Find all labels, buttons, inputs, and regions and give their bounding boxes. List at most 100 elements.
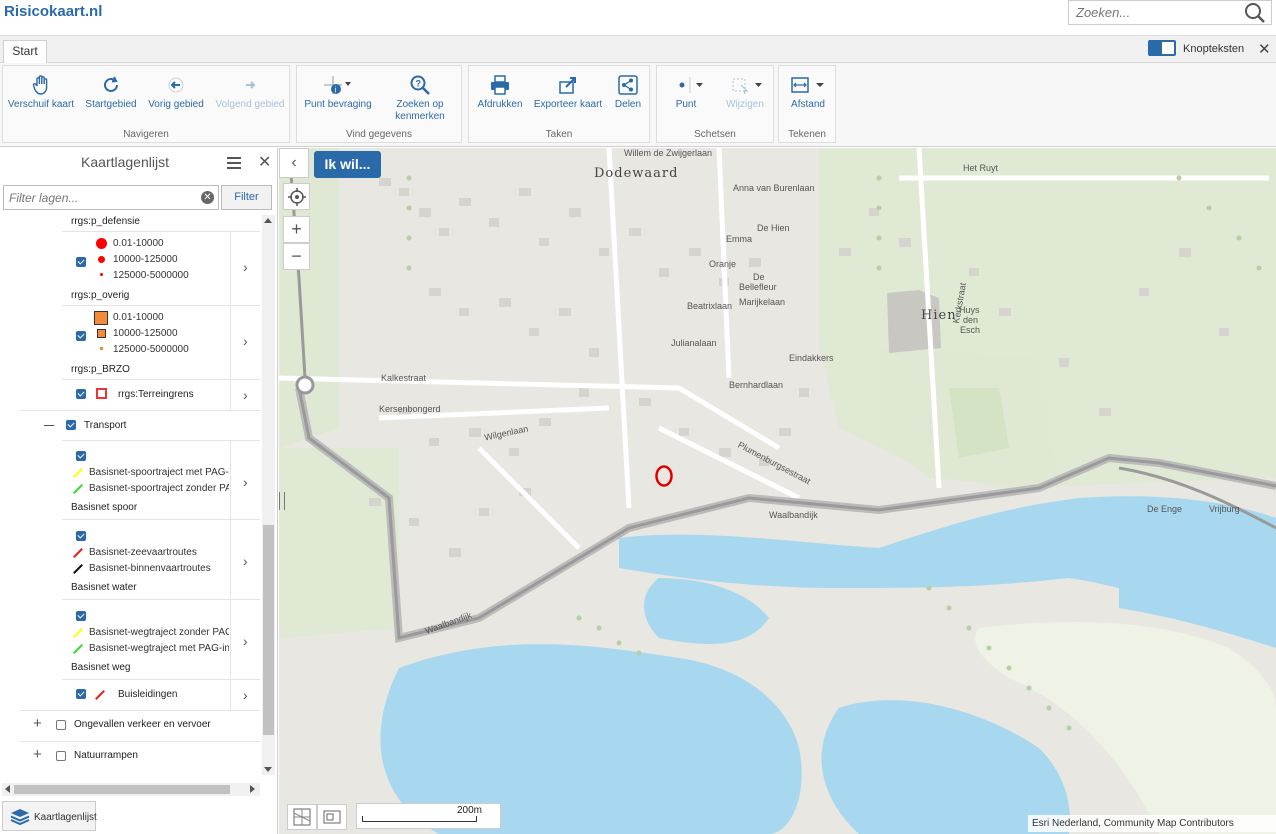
- filter-input[interactable]: [3, 185, 219, 210]
- group-tekenen: Afstand Tekenen: [778, 65, 836, 143]
- afstand-button[interactable]: Afstand: [781, 74, 835, 111]
- legend-spoor-1: Basisnet-spoortraject met PAG-in: [89, 467, 229, 478]
- hand-icon: [32, 75, 48, 95]
- layer-name-defensie: rrgs:p_defensie: [71, 216, 140, 227]
- chevron-right-icon[interactable]: ›: [243, 633, 248, 649]
- checkbox-natuurrampen[interactable]: [56, 751, 66, 761]
- layer-list: rrgs:p_defensie 0.01-10000 10000-125000 …: [0, 215, 262, 775]
- legend-spoor-2: Basisnet-spoortraject zonder PAG: [89, 483, 229, 494]
- vorig-gebied-button[interactable]: Vorig gebied: [147, 74, 205, 111]
- export-icon: [559, 77, 576, 94]
- checkbox-ongevallen[interactable]: [56, 720, 66, 730]
- share-icon: [618, 75, 638, 95]
- checkbox-buisleidingen[interactable]: [76, 689, 86, 699]
- checkbox-transport[interactable]: [66, 420, 76, 430]
- scroll-down-icon[interactable]: [264, 767, 272, 772]
- measure-distance-icon: [791, 77, 824, 93]
- checkbox-terreingrens[interactable]: [76, 389, 86, 399]
- zoeken-label-2: kenmerken: [395, 111, 445, 122]
- ribbon-close-icon[interactable]: ✕: [1258, 40, 1271, 58]
- layer-name-overig: rrgs:p_overig: [71, 290, 130, 301]
- expand-icon[interactable]: +: [33, 746, 42, 763]
- kaartlagenlijst-tab[interactable]: Kaartlagenlijst: [2, 801, 97, 831]
- knopteksten-toggle[interactable]: [1148, 40, 1176, 56]
- panel-splitter-handle[interactable]: [279, 492, 285, 510]
- svg-text:?: ?: [416, 79, 422, 89]
- punt-sketch-button[interactable]: Punt: [661, 74, 711, 111]
- app-logo[interactable]: Risicokaart.nl: [4, 3, 102, 20]
- search-icon: [1245, 3, 1265, 23]
- basemap-gallery-button[interactable]: [287, 804, 317, 830]
- map-label-bernhard: Bernhardlaan: [729, 380, 784, 390]
- legend-water-1: Basisnet-zeevaartroutes: [89, 547, 197, 558]
- vertical-scrollbar[interactable]: [262, 215, 275, 775]
- basemap: [279, 148, 1276, 834]
- svg-text:i: i: [335, 86, 337, 95]
- map-view[interactable]: Dodewaard Hien Het Ruyt Anna van Burenla…: [279, 148, 1276, 834]
- point-dropdown-icon: [679, 77, 703, 93]
- chevron-right-icon[interactable]: ›: [243, 333, 248, 349]
- panel-title: Kaartlagenlijst: [81, 154, 169, 170]
- tab-start[interactable]: Start: [3, 40, 47, 64]
- exporteer-kaart-button[interactable]: Exporteer kaart: [533, 74, 603, 111]
- map-label-bellefleur-2: Bellefleur: [739, 282, 777, 292]
- chevron-right-icon[interactable]: ›: [243, 259, 248, 275]
- scroll-up-icon[interactable]: [264, 218, 272, 223]
- panel-close-icon[interactable]: ✕: [258, 152, 271, 172]
- delen-label: Delen: [614, 99, 642, 110]
- checkbox-weg[interactable]: [76, 611, 86, 621]
- punt-bevraging-button[interactable]: i Punt bevraging: [301, 74, 375, 111]
- checkbox-defensie[interactable]: [76, 257, 86, 267]
- punt-sketch-label: Punt: [675, 99, 697, 110]
- startgebied-button[interactable]: Startgebied: [83, 74, 139, 111]
- delen-button[interactable]: Delen: [609, 74, 647, 111]
- arrow-right-icon: [246, 81, 256, 89]
- ribbon: Verschuif kaart Startgebied Vorig gebied: [0, 63, 1276, 147]
- zoeken-op-kenmerken-button[interactable]: ? Zoeken op kenmerken: [387, 74, 453, 123]
- legend-line-yellow: [73, 468, 83, 478]
- search-question-icon: ?: [410, 75, 430, 95]
- edit-shape-icon: [732, 78, 762, 95]
- overview-map-button[interactable]: [317, 804, 347, 830]
- filter-button[interactable]: Filter: [221, 185, 272, 210]
- clear-filter-icon[interactable]: ✕: [201, 191, 214, 204]
- chevron-right-icon[interactable]: ›: [243, 553, 248, 569]
- search-button[interactable]: [1243, 1, 1269, 24]
- ik-wil-button[interactable]: Ik wil...: [314, 151, 381, 178]
- tekenen-label: Tekenen: [788, 129, 826, 140]
- map-label-de-hien: De Hien: [757, 223, 790, 233]
- search-input[interactable]: [1069, 1, 1241, 24]
- chevron-right-icon[interactable]: ›: [243, 474, 248, 490]
- zoom-out-button[interactable]: −: [283, 243, 310, 270]
- scroll-left-icon[interactable]: [5, 785, 10, 793]
- horizontal-scroll-thumb[interactable]: [14, 785, 230, 794]
- checkbox-overig[interactable]: [76, 331, 86, 341]
- group-schetsen: Punt Wijzigen Schetsen: [656, 65, 774, 143]
- expand-icon[interactable]: +: [33, 715, 42, 732]
- zoom-in-button[interactable]: +: [283, 216, 310, 243]
- wijzigen-button[interactable]: Wijzigen: [719, 74, 771, 111]
- map-label-dodewaard: Dodewaard: [594, 166, 679, 181]
- legend-weg-1: Basisnet-wegtraject zonder PAG: [89, 627, 229, 638]
- verschuif-kaart-button[interactable]: Verschuif kaart: [7, 74, 75, 111]
- legend-water-2: Basisnet-binnenvaartroutes: [89, 563, 211, 574]
- chevron-right-icon[interactable]: ›: [243, 687, 248, 703]
- locate-button[interactable]: [283, 183, 310, 210]
- map-label-willem: Willem de Zwijgerlaan: [624, 148, 713, 158]
- checkbox-water[interactable]: [76, 531, 86, 541]
- horizontal-scrollbar[interactable]: [2, 783, 260, 796]
- legend-symbol-circle-medium: [98, 256, 105, 263]
- layer-name-weg: Basisnet weg: [71, 662, 131, 673]
- menu-icon[interactable]: [227, 157, 241, 172]
- chevron-right-icon[interactable]: ›: [243, 387, 248, 403]
- collapse-icon[interactable]: [44, 425, 54, 426]
- afdrukken-button[interactable]: Afdrukken: [473, 74, 527, 111]
- knopteksten-label: Knopteksten: [1183, 43, 1245, 55]
- scroll-right-icon[interactable]: [250, 785, 255, 793]
- map-label-de-enge: De Enge: [1147, 504, 1183, 514]
- collapse-panel-button[interactable]: ‹: [279, 148, 309, 178]
- volgend-gebied-button[interactable]: Volgend gebied: [215, 74, 285, 111]
- checkbox-spoor[interactable]: [76, 451, 86, 461]
- vertical-scroll-thumb[interactable]: [263, 525, 274, 735]
- punt-bevraging-label: Punt bevraging: [304, 99, 372, 110]
